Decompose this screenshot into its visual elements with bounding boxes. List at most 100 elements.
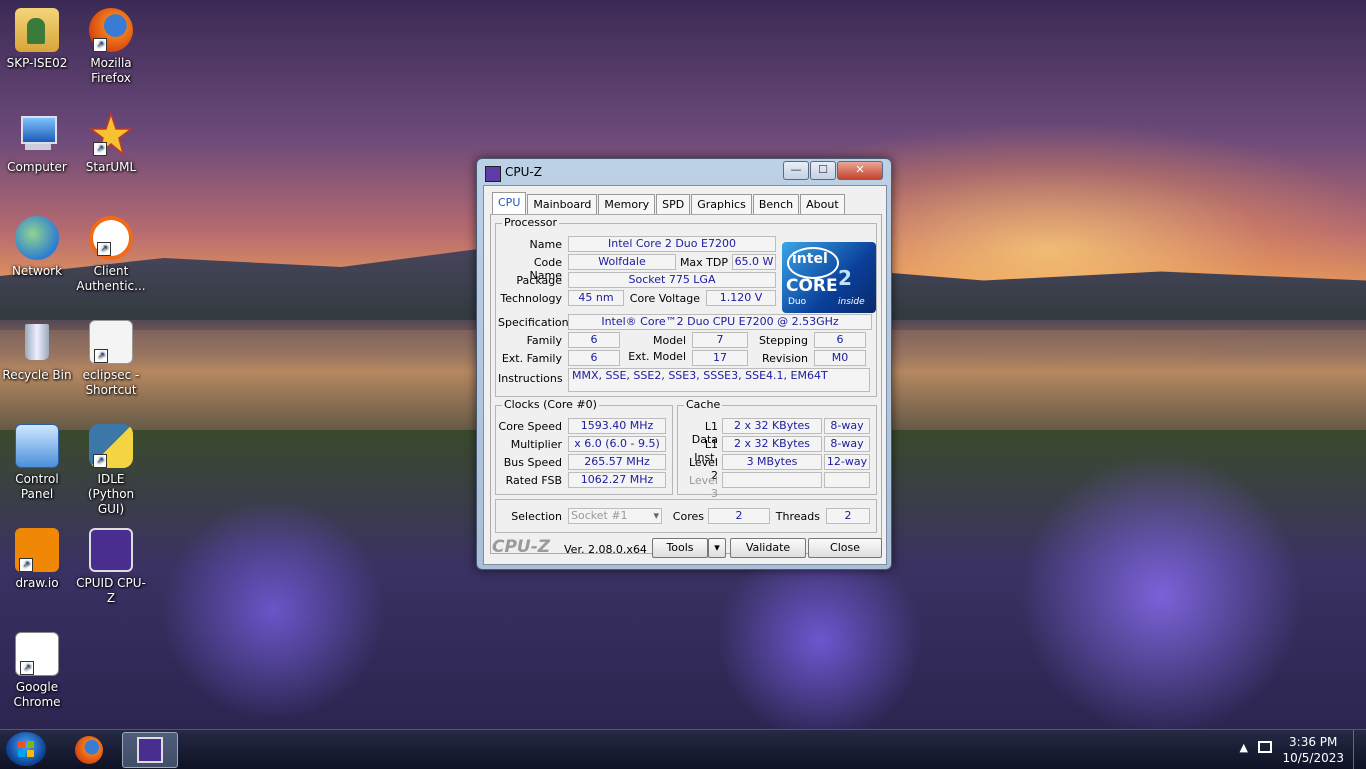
name-label: Name [529, 238, 562, 251]
family-label: Family [526, 334, 562, 347]
revision-value: M0 [814, 350, 866, 366]
taskbar-cpuz[interactable] [122, 732, 178, 768]
desktop-icon-chrome[interactable]: ↗ Google Chrome [0, 632, 74, 710]
spec-label: Specification [498, 316, 569, 329]
window-client: CPU Mainboard Memory SPD Graphics Bench … [483, 185, 887, 565]
cpuz-window[interactable]: CPU-Z — ☐ ✕ CPU Mainboard Memory SPD Gra… [476, 158, 892, 570]
threads-label: Threads [775, 510, 820, 523]
cores-label: Cores [672, 510, 704, 523]
show-hidden-icons-button[interactable]: ▲ [1240, 741, 1248, 754]
close-button-label: Close [830, 541, 860, 554]
tools-dropdown-button[interactable]: ▾ [708, 538, 726, 558]
tab-about[interactable]: About [800, 194, 845, 214]
processor-group-label: Processor [502, 216, 559, 229]
version-text: Ver. 2.08.0.x64 [564, 543, 647, 556]
corevoltage-value: 1.120 V [706, 290, 776, 306]
desktop-icon-label: SKP-ISE02 [6, 56, 68, 70]
taskbar-clock[interactable]: 3:36 PM 10/5/2023 [1282, 734, 1344, 766]
network-status-icon[interactable] [1258, 741, 1272, 753]
firefox-icon [75, 736, 103, 764]
technology-label: Technology [500, 292, 562, 305]
l1inst-value: 2 x 32 KBytes [722, 436, 822, 452]
tab-bench[interactable]: Bench [752, 194, 800, 214]
network-icon [15, 216, 59, 260]
cpuz-app-icon [485, 166, 501, 182]
clocks-group-label: Clocks (Core #0) [502, 398, 599, 411]
family-value: 6 [568, 332, 620, 348]
taskbar-firefox[interactable] [62, 732, 116, 766]
spec-value: Intel® Core™2 Duo CPU E7200 @ 2.53GHz [568, 314, 872, 330]
corespeed-label: Core Speed [498, 420, 562, 433]
desktop-icon-recycle-bin[interactable]: Recycle Bin [0, 320, 74, 383]
drawio-icon: ↗ [15, 528, 59, 572]
window-titlebar[interactable]: CPU-Z — ☐ ✕ [477, 159, 891, 185]
close-window-button[interactable]: ✕ [837, 161, 883, 180]
cpu-tab-pane: Processor Name Intel Core 2 Duo E7200 Co… [490, 214, 882, 554]
close-button[interactable]: Close [808, 538, 882, 558]
extmodel-value: 17 [692, 350, 748, 366]
logo-line: CORE [786, 276, 838, 296]
chrome-icon: ↗ [15, 632, 59, 676]
validate-button[interactable]: Validate [730, 538, 806, 558]
maximize-button[interactable]: ☐ [810, 161, 836, 180]
desktop-icon-computer[interactable]: Computer [0, 112, 74, 175]
multiplier-label: Multiplier [510, 438, 562, 451]
cache-group: Cache L1 Data 2 x 32 KBytes 8-way L1 Ins… [677, 398, 877, 500]
eclipse-icon: ↗ [89, 320, 133, 364]
start-button[interactable] [6, 732, 46, 766]
desktop-icon-drawio[interactable]: ↗ draw.io [0, 528, 74, 591]
selection-group: Selection Socket #1 ▾ Cores 2 Threads 2 [495, 499, 877, 533]
logo-number: 2 [838, 266, 852, 290]
cpuz-brand: CPU-Z [492, 537, 551, 557]
desktop-icon-cpuz[interactable]: CPUID CPU-Z [74, 528, 148, 606]
cores-value: 2 [708, 508, 770, 524]
cpuz-icon [89, 528, 133, 572]
desktop-icon-staruml[interactable]: ↗ StarUML [74, 111, 148, 175]
tab-memory[interactable]: Memory [598, 194, 656, 214]
multiplier-value: x 6.0 (6.0 - 9.5) [568, 436, 666, 452]
desktop-icon-label: Google Chrome [13, 680, 61, 709]
recycle-bin-icon [15, 320, 59, 364]
extfamily-value: 6 [568, 350, 620, 366]
tab-bar: CPU Mainboard Memory SPD Graphics Bench … [492, 192, 846, 214]
desktop-icon-label: Mozilla Firefox [90, 56, 132, 85]
ratedfsb-value: 1062.27 MHz [568, 472, 666, 488]
tab-spd[interactable]: SPD [656, 194, 691, 214]
desktop-icon-firefox[interactable]: ↗ Mozilla Firefox [74, 8, 148, 86]
desktop-icon-label: Computer [7, 160, 67, 174]
tools-button[interactable]: Tools [652, 538, 708, 558]
desktop-icon-idle[interactable]: ↗ IDLE (Python GUI) [74, 424, 148, 517]
selection-label: Selection [511, 510, 562, 523]
minimize-button[interactable]: — [783, 161, 809, 180]
tab-mainboard[interactable]: Mainboard [527, 194, 598, 214]
clocks-group: Clocks (Core #0) Core Speed 1593.40 MHz … [495, 398, 673, 495]
desktop-icon-eclipse[interactable]: ↗ eclipsec - Shortcut [74, 320, 148, 398]
maxtdp-value: 65.0 W [732, 254, 776, 270]
desktop-icon-label: Client Authentic... [76, 264, 146, 293]
codename-value: Wolfdale [568, 254, 676, 270]
validate-button-label: Validate [745, 541, 791, 554]
logo-brand: intel [792, 251, 828, 267]
socket-select[interactable]: Socket #1 ▾ [568, 508, 662, 524]
l1data-value: 2 x 32 KBytes [722, 418, 822, 434]
threads-value: 2 [826, 508, 870, 524]
technology-value: 45 nm [568, 290, 624, 306]
chevron-down-icon: ▾ [653, 509, 659, 522]
desktop-icon-control-panel[interactable]: Control Panel [0, 424, 74, 502]
tab-cpu[interactable]: CPU [492, 192, 527, 214]
show-desktop-button[interactable] [1353, 730, 1366, 769]
user-folder-icon [15, 8, 59, 52]
desktop-icon-network[interactable]: Network [0, 216, 74, 279]
tab-graphics[interactable]: Graphics [691, 194, 752, 214]
cache-group-label: Cache [684, 398, 723, 411]
level3-value [722, 472, 822, 488]
stepping-value: 6 [814, 332, 866, 348]
desktop-icon-client-auth[interactable]: ↗ Client Authentic... [74, 216, 148, 294]
l1inst-way: 8-way [824, 436, 870, 452]
python-icon: ↗ [89, 424, 133, 468]
level3-way [824, 472, 870, 488]
logo-sub: Duo [788, 297, 807, 307]
desktop-icon-skp-ise02[interactable]: SKP-ISE02 [0, 8, 74, 71]
clock-time: 3:36 PM [1289, 735, 1338, 749]
logo-tag: inside [838, 297, 865, 307]
